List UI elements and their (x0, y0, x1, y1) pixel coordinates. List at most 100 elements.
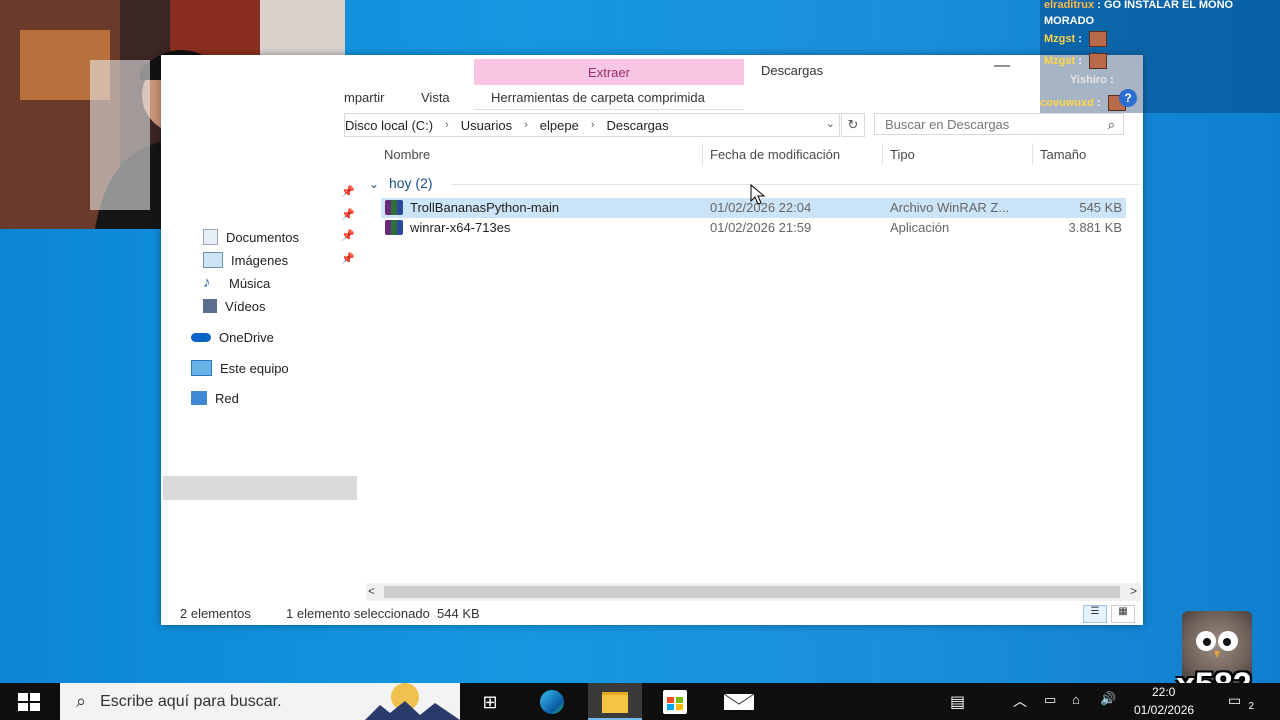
clock-time[interactable]: 22:0 (1152, 685, 1175, 699)
notifications-button[interactable]: ▭ 2 (1228, 692, 1256, 712)
file-explorer-taskbar-button[interactable] (588, 683, 642, 720)
scroll-left-button[interactable]: < (368, 584, 375, 598)
mail-icon[interactable] (723, 690, 755, 714)
tab-compartir[interactable]: mpartir (344, 90, 384, 105)
breadcrumb-separator-icon: › (590, 119, 595, 131)
taskbar-search-input[interactable]: ⌕ Escribe aquí para buscar. (60, 683, 460, 720)
file-size: 3.881 KB (1068, 220, 1123, 235)
taskbar: ⌕ Escribe aquí para buscar. ⊞ ▤ ︿ ▭ ⌂ 🔊 … (0, 683, 1280, 720)
file-type: Aplicación (890, 220, 950, 235)
chat-colon: : (1109, 74, 1114, 86)
volume-icon[interactable]: 🔊 (1100, 691, 1116, 707)
scroll-right-button[interactable]: > (1130, 584, 1137, 598)
edge-browser-icon[interactable] (540, 690, 564, 714)
column-header-fecha[interactable]: Fecha de modificación (710, 147, 840, 162)
chat-message: Mzgst : (1044, 31, 1107, 47)
notification-icon: ▭ (1228, 692, 1242, 708)
scrollbar-thumb[interactable] (384, 586, 1120, 598)
file-type: Archivo WinRAR Z... (890, 200, 1010, 215)
chat-username: elraditrux (1044, 0, 1095, 11)
refresh-button[interactable]: ↻ (841, 113, 865, 137)
chat-message: Yishiro : (1070, 74, 1114, 86)
sidebar-item-videos[interactable]: Vídeos (203, 295, 265, 317)
sidebar-item-onedrive[interactable]: OneDrive (191, 326, 274, 348)
chevron-down-icon[interactable]: ⌄ (826, 117, 835, 130)
chat-username: Mzgst (1044, 32, 1076, 45)
meet-now-icon[interactable]: ▭ (1044, 692, 1056, 708)
mouse-cursor-icon (750, 184, 766, 205)
search-icon[interactable]: ⌕ (1108, 117, 1115, 133)
column-divider (1032, 143, 1033, 165)
sidebar-item-imagenes[interactable]: Imágenes (203, 249, 288, 271)
file-explorer-window: Extraer mpartir Vista Herramientas de ca… (161, 55, 1143, 625)
pictures-icon (203, 252, 223, 268)
breadcrumb-disco-local[interactable]: Disco local (C:) (345, 118, 433, 133)
sidebar-item-label: OneDrive (219, 329, 274, 345)
window-title: Descargas (761, 63, 824, 78)
breadcrumb-usuarios[interactable]: Usuarios (461, 118, 512, 133)
chat-message: Mzgst : (1044, 53, 1107, 69)
sidebar-item-label: Música (229, 275, 271, 291)
tab-vista[interactable]: Vista (421, 90, 450, 105)
emote-icon (1088, 31, 1107, 47)
group-header-hoy[interactable]: ⌄ hoy (2) (369, 175, 433, 191)
notification-count: 2 (1248, 701, 1254, 712)
news-widget-icon[interactable]: ▤ (950, 692, 965, 712)
sidebar-item-musica[interactable]: ♪ Música (203, 272, 270, 294)
address-bar[interactable]: Disco local (C:) › Usuarios › elpepe › D… (344, 113, 840, 137)
chevron-up-icon[interactable]: ︿ (1013, 691, 1027, 711)
chat-username: covuwuxd (1040, 96, 1094, 109)
chat-message: elraditrux : GO INSTALAR EL MONO MORADO (1044, 0, 1274, 29)
chat-colon: : (1078, 54, 1082, 67)
horizontal-scrollbar[interactable]: < > (366, 583, 1141, 601)
details-view-icon[interactable]: ☰ (1083, 605, 1107, 623)
computer-icon (191, 360, 212, 376)
clock-date[interactable]: 01/02/2026 (1134, 703, 1194, 717)
minimize-button[interactable]: — (991, 57, 1013, 81)
sidebar-item-label: Imágenes (231, 252, 289, 268)
cloud-icon (191, 332, 211, 342)
emote-icon (1088, 53, 1107, 69)
column-divider (702, 143, 703, 165)
task-view-icon[interactable]: ⊞ (478, 690, 502, 714)
help-icon[interactable]: ? (1119, 89, 1137, 107)
chat-colon: : (1097, 0, 1101, 11)
store-icon[interactable] (663, 690, 687, 714)
document-icon (203, 229, 218, 245)
search-icon: ⌕ (76, 691, 87, 711)
item-count: 2 elementos (180, 606, 251, 621)
breadcrumb-descargas[interactable]: Descargas (606, 118, 668, 133)
sidebar-item-label: Este equipo (220, 360, 289, 376)
network-status-icon[interactable]: ⌂ (1072, 692, 1080, 707)
large-icons-view-icon[interactable]: ▦ (1111, 605, 1135, 623)
sidebar-item-label: Red (215, 390, 239, 406)
folder-icon (602, 692, 628, 713)
table-row[interactable]: winrar-x64-713es 01/02/2026 21:59 Aplica… (381, 218, 1126, 238)
column-header-tamano[interactable]: Tamaño (1040, 147, 1086, 162)
file-name: winrar-x64-713es (410, 220, 511, 235)
sidebar-item-label: Vídeos (225, 298, 266, 314)
taskbar-search-placeholder: Escribe aquí para buscar. (100, 692, 282, 710)
breadcrumb-separator-icon: › (524, 119, 528, 131)
pin-icon: 📌 (341, 230, 355, 242)
music-icon: ♪ (203, 274, 211, 291)
chat-message: covuwuxd : (1040, 95, 1126, 111)
search-highlight-image (365, 683, 460, 720)
file-name: TrollBananasPython-main (410, 200, 560, 215)
column-header-nombre[interactable]: Nombre (384, 147, 430, 162)
search-input[interactable]: Buscar en Descargas ⌕ (874, 113, 1124, 135)
sidebar-item-documentos[interactable]: Documentos (203, 226, 299, 248)
videos-icon (203, 299, 217, 313)
tab-herramientas-carpeta-comprimida[interactable]: Herramientas de carpeta comprimida (491, 90, 705, 105)
network-icon (191, 391, 207, 405)
tab-extraer[interactable]: Extraer (474, 59, 744, 85)
navigation-pane: 📌 📌 Documentos 📌 Imágenes 📌 ♪ Música Víd… (161, 175, 361, 595)
breadcrumb-elpepe[interactable]: elpepe (540, 118, 579, 133)
selection-info: 1 elemento seleccionado 544 KB (286, 606, 480, 621)
sidebar-item-este-equipo[interactable]: Este equipo (191, 357, 289, 379)
ribbon: Extraer mpartir Vista Herramientas de ca… (161, 55, 1143, 110)
sidebar-item-red[interactable]: Red (191, 387, 239, 409)
windows-start-icon[interactable] (18, 693, 42, 717)
column-header-tipo[interactable]: Tipo (890, 147, 915, 162)
column-divider (882, 143, 883, 165)
